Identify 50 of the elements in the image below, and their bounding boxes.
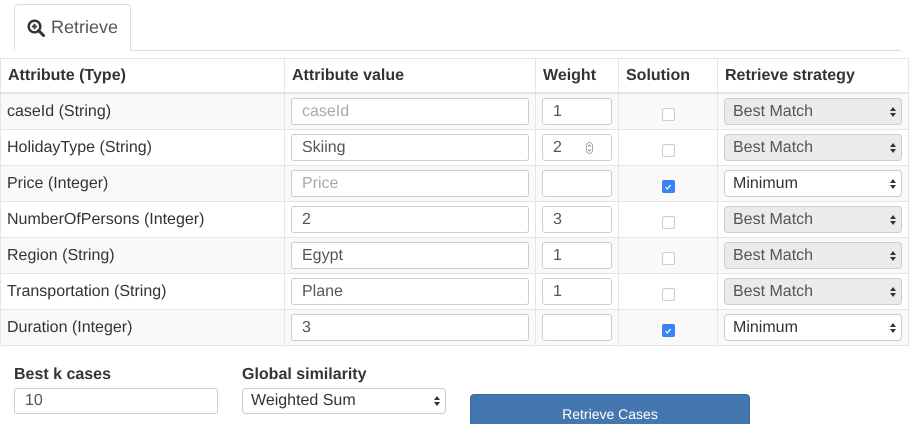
strategy-select[interactable]: Minimum <box>724 314 902 341</box>
updown-arrows-icon <box>889 214 897 226</box>
column-header: Retrieve strategy <box>718 58 908 93</box>
attribute-value-field[interactable]: Plane <box>291 278 529 305</box>
column-header: Solution <box>618 58 718 93</box>
zoom-in-icon <box>27 18 45 36</box>
updown-arrows-icon <box>889 322 897 334</box>
solution-checkbox[interactable] <box>662 324 674 337</box>
attribute-cell: Price (Integer) <box>0 166 284 202</box>
best-k-field[interactable]: 10 <box>14 388 218 414</box>
checkmark-icon <box>664 182 672 190</box>
attribute-value-field[interactable]: Skiing <box>291 134 529 161</box>
weight-field[interactable] <box>542 314 612 341</box>
solution-checkbox[interactable] <box>662 288 674 301</box>
attribute-value-field[interactable]: Egypt <box>291 242 529 269</box>
weight-field[interactable] <box>542 170 612 197</box>
updown-arrows-icon <box>889 286 897 298</box>
attribute-cell: Region (String) <box>0 238 284 274</box>
attribute-value-field[interactable]: 3 <box>291 314 529 341</box>
attribute-value-field[interactable]: caseId <box>291 98 529 125</box>
updown-arrows-icon <box>889 142 897 154</box>
solution-checkbox[interactable] <box>662 144 674 157</box>
weight-field[interactable]: 2 <box>542 134 612 161</box>
strategy-select[interactable]: Minimum <box>724 170 902 197</box>
best-k-label: Best k cases <box>14 366 112 384</box>
global-similarity-label: Global similarity <box>242 366 368 384</box>
retrieve-tab[interactable]: Retrieve <box>14 4 132 51</box>
updown-arrows-icon <box>889 178 897 190</box>
retrieve-cases-button[interactable]: Retrieve Cases <box>470 394 750 424</box>
updown-arrows-icon <box>889 250 897 262</box>
solution-checkbox[interactable] <box>662 108 674 121</box>
weight-field[interactable]: 1 <box>542 278 612 305</box>
checkmark-icon <box>664 326 672 334</box>
global-similarity-select[interactable]: Weighted Sum <box>242 388 446 414</box>
updown-arrows-icon <box>889 106 897 118</box>
solution-checkbox[interactable] <box>662 252 674 265</box>
attribute-value-field[interactable]: 2 <box>291 206 529 233</box>
column-header: Weight <box>536 58 618 93</box>
column-header: Attribute value <box>284 58 536 93</box>
attribute-cell: caseId (String) <box>0 93 284 130</box>
solution-checkbox[interactable] <box>662 180 674 193</box>
attribute-cell: Duration (Integer) <box>0 310 284 346</box>
weight-field[interactable]: 1 <box>542 98 612 125</box>
stepper-icon[interactable] <box>586 142 593 154</box>
attribute-value-field[interactable]: Price <box>291 170 529 197</box>
weight-field[interactable]: 3 <box>542 206 612 233</box>
solution-checkbox[interactable] <box>662 216 674 229</box>
column-header: Attribute (Type) <box>0 58 284 93</box>
weight-field[interactable]: 1 <box>542 242 612 269</box>
updown-arrows-icon <box>433 395 441 407</box>
